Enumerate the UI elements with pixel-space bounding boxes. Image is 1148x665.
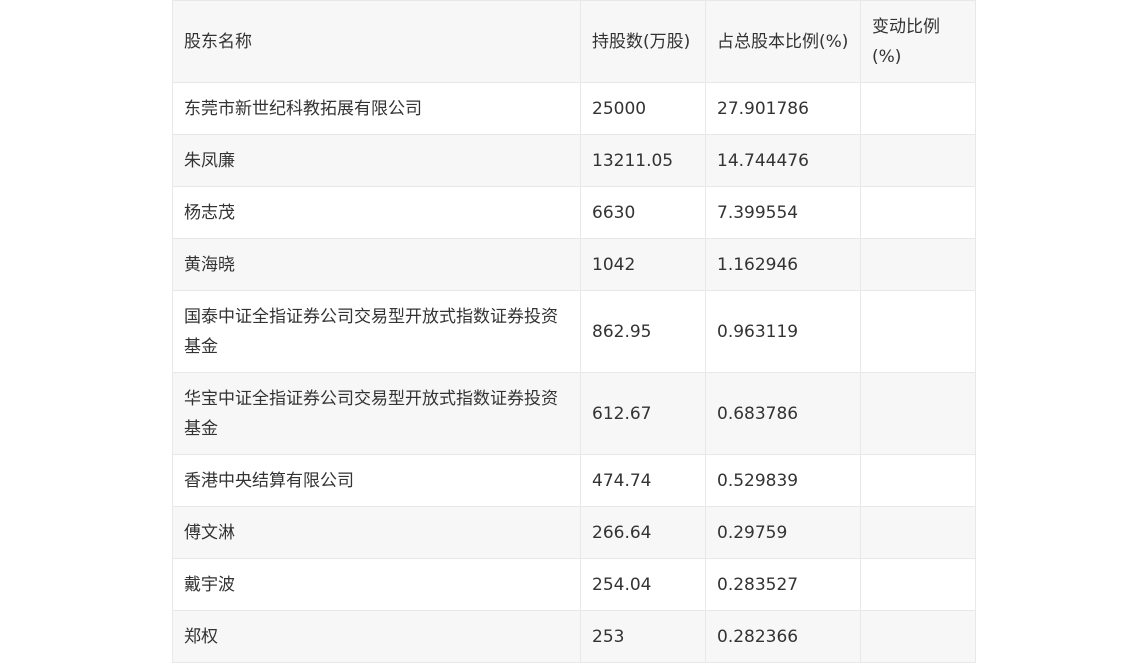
table-row: 香港中央结算有限公司 474.74 0.529839 [172,454,976,507]
table-row: 傅文淋 266.64 0.29759 [172,506,976,559]
cell-name: 郑权 [172,610,581,663]
cell-name: 杨志茂 [172,186,581,239]
table-row: 杨志茂 6630 7.399554 [172,186,976,239]
cell-ratio: 14.744476 [705,134,861,187]
cell-name: 华宝中证全指证券公司交易型开放式指数证券投资基金 [172,372,581,455]
cell-change [860,134,976,187]
cell-ratio: 0.529839 [705,454,861,507]
cell-ratio: 0.29759 [705,506,861,559]
header-shareholder-name: 股东名称 [172,0,581,83]
cell-ratio: 0.963119 [705,290,861,373]
cell-name: 香港中央结算有限公司 [172,454,581,507]
shareholder-table: 股东名称 持股数(万股) 占总股本比例(%) 变动比例(%) 东莞市新世纪科教拓… [172,0,976,663]
table-row: 郑权 253 0.282366 [172,610,976,663]
cell-change [860,610,976,663]
cell-name: 朱凤廉 [172,134,581,187]
table-row: 黄海晓 1042 1.162946 [172,238,976,291]
cell-shares: 25000 [580,82,706,135]
cell-name: 傅文淋 [172,506,581,559]
header-row: 股东名称 持股数(万股) 占总股本比例(%) 变动比例(%) [172,0,976,83]
cell-name: 国泰中证全指证券公司交易型开放式指数证券投资基金 [172,290,581,373]
table-header: 股东名称 持股数(万股) 占总股本比例(%) 变动比例(%) [172,0,976,83]
cell-change [860,454,976,507]
cell-change [860,82,976,135]
cell-ratio: 0.683786 [705,372,861,455]
table-row: 国泰中证全指证券公司交易型开放式指数证券投资基金 862.95 0.963119 [172,290,976,373]
table-body: 东莞市新世纪科教拓展有限公司 25000 27.901786 朱凤廉 13211… [172,82,976,663]
cell-name: 戴宇波 [172,558,581,611]
cell-change [860,186,976,239]
table-row: 朱凤廉 13211.05 14.744476 [172,134,976,187]
cell-ratio: 7.399554 [705,186,861,239]
cell-shares: 253 [580,610,706,663]
cell-name: 东莞市新世纪科教拓展有限公司 [172,82,581,135]
table-row: 华宝中证全指证券公司交易型开放式指数证券投资基金 612.67 0.683786 [172,372,976,455]
cell-shares: 6630 [580,186,706,239]
table-row: 戴宇波 254.04 0.283527 [172,558,976,611]
cell-name: 黄海晓 [172,238,581,291]
header-shares: 持股数(万股) [580,0,706,83]
cell-shares: 1042 [580,238,706,291]
cell-change [860,238,976,291]
cell-change [860,290,976,373]
cell-change [860,506,976,559]
cell-shares: 13211.05 [580,134,706,187]
cell-change [860,558,976,611]
cell-shares: 474.74 [580,454,706,507]
cell-shares: 254.04 [580,558,706,611]
table-row: 东莞市新世纪科教拓展有限公司 25000 27.901786 [172,82,976,135]
cell-ratio: 0.283527 [705,558,861,611]
shareholder-table-container: 股东名称 持股数(万股) 占总股本比例(%) 变动比例(%) 东莞市新世纪科教拓… [172,0,976,663]
cell-ratio: 27.901786 [705,82,861,135]
cell-shares: 266.64 [580,506,706,559]
cell-ratio: 1.162946 [705,238,861,291]
header-ratio: 占总股本比例(%) [705,0,861,83]
cell-shares: 612.67 [580,372,706,455]
header-change: 变动比例(%) [860,0,976,83]
cell-shares: 862.95 [580,290,706,373]
cell-change [860,372,976,455]
cell-ratio: 0.282366 [705,610,861,663]
